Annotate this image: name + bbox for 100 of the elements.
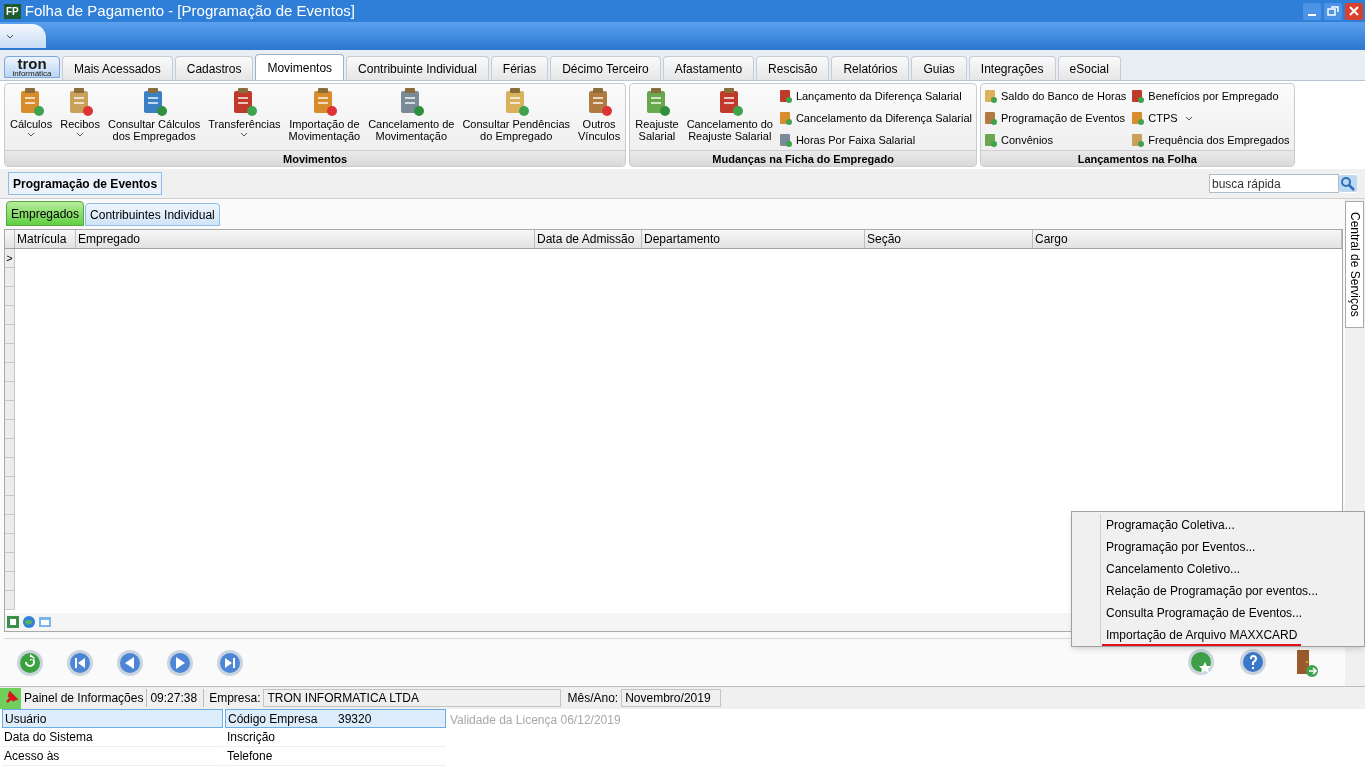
side-tab[interactable]: Central de Serviços [1345,201,1364,328]
ribbon-tab[interactable]: Guias [911,56,967,80]
document-icon [777,111,793,126]
menu-item[interactable]: Relação de Programação por eventos... [1102,580,1364,602]
row-header[interactable] [5,534,15,553]
ribbon-small-button[interactable]: Frequência dos Empregados [1130,131,1290,150]
ribbon-tab[interactable]: Relatórios [831,56,910,80]
row-header[interactable] [5,553,15,572]
ribbon-button[interactable]: Reajuste Salarial [632,86,682,150]
row-header[interactable] [5,325,15,344]
ribbon-tab[interactable]: eSocial [1057,56,1121,80]
row-header[interactable] [5,458,15,477]
ribbon-tab[interactable]: Movimentos [255,54,345,80]
logo-tab[interactable]: tron informática [4,56,60,78]
row-header[interactable] [5,344,15,363]
row-header[interactable] [5,363,15,382]
row-header[interactable] [5,591,15,610]
row-header[interactable] [5,306,15,325]
ribbon-tab[interactable]: Contribuinte Individual [346,56,489,80]
row-header[interactable] [5,382,15,401]
search-field[interactable]: busca rápida [1209,174,1339,193]
minimize-icon[interactable] [1303,2,1321,20]
row-header[interactable] [5,401,15,420]
ribbon-small-button[interactable]: Benefícios por Empregado [1130,87,1290,106]
ribbon-button[interactable]: Recibos [57,86,103,150]
export-icon[interactable] [6,615,20,629]
column-header[interactable]: Data de Admissão [535,230,642,248]
time-text: 09:27:38 [146,689,201,707]
row-header[interactable] [5,477,15,496]
row-header[interactable] [5,439,15,458]
ribbon-tab[interactable]: Cadastros [174,56,254,80]
column-header[interactable]: Seção [865,230,1033,248]
info-label: Telefone [227,748,274,765]
previous-icon[interactable] [116,648,144,677]
row-marker: > [6,252,13,264]
menu-item[interactable]: Programação Coletiva... [1102,514,1364,536]
search-icon[interactable] [1339,175,1357,192]
ribbon-button[interactable]: Consultar Pendências do Empregado [459,86,573,150]
column-header[interactable]: Matrícula [15,230,76,248]
menu-item[interactable]: Programação por Eventos... [1102,536,1364,558]
ribbon-small-button[interactable]: Cancelamento da Diferença Salarial [777,109,972,128]
menu-item[interactable]: Importação de Arquivo MAXXCARD [1102,624,1302,646]
ribbon-button[interactable]: Consultar Cálculos dos Empregados [104,86,204,150]
ribbon-tab[interactable]: Décimo Terceiro [550,56,661,80]
company-label: Empresa: [203,689,261,707]
globe-icon[interactable] [22,615,36,629]
document-icon [1130,89,1146,104]
row-header[interactable] [5,420,15,439]
help-icon[interactable] [1239,647,1267,676]
ribbon-tab[interactable]: Rescisão [756,56,830,80]
ribbon-tab[interactable]: Mais Acessados [62,56,173,80]
pin-icon[interactable] [0,687,21,709]
panel-label: Painel de Informações [24,690,144,707]
row-header[interactable] [5,268,15,287]
ribbon-small-button[interactable]: Saldo do Banco de Horas [983,87,1127,106]
row-header[interactable]: > [5,249,15,268]
column-header[interactable]: Empregado [76,230,535,248]
group-label: Mudanças na Ficha do Empregado [630,150,976,166]
row-header[interactable] [5,287,15,306]
ribbon-button[interactable]: Transferências [205,86,284,150]
ribbon-tab[interactable]: Integrações [968,56,1056,80]
info-label: Código Empresa [228,710,319,728]
document-icon [1130,111,1146,126]
menu-item[interactable]: Cancelamento Coletivo... [1102,558,1364,580]
sub-tab[interactable]: Empregados [6,201,85,226]
menu-item[interactable]: Consulta Programação de Eventos... [1102,602,1364,624]
ribbon-button[interactable]: Outros Vínculos [575,86,624,150]
ribbon-button[interactable]: Cálculos [7,86,56,150]
caret-icon [6,33,14,39]
window-icon[interactable] [38,615,52,629]
first-icon[interactable] [66,648,94,677]
ribbon-tab[interactable]: Férias [490,56,549,80]
row-header[interactable] [5,572,15,591]
ribbon-small-button[interactable]: Horas Por Faixa Salarial [777,131,972,150]
document-icon [777,133,793,148]
ribbon-button[interactable]: Importação de Movimentação [285,86,364,150]
restore-icon[interactable] [1324,2,1342,20]
ribbon-button[interactable]: Cancelamento do Reajuste Salarial [683,86,776,150]
ribbon-button[interactable]: Cancelamento de Movimentação [365,86,458,150]
page-tab[interactable]: Programação de Eventos [8,172,163,195]
ribbon-small-button[interactable]: CTPS [1130,109,1290,128]
column-header[interactable]: Departamento [642,230,865,248]
document-icon [777,89,793,104]
last-icon[interactable] [216,648,244,677]
document-icon [983,133,998,148]
column-header[interactable]: Cargo [1033,230,1342,248]
close-icon[interactable] [1345,2,1363,20]
row-header[interactable] [5,515,15,534]
period-label: Mês/Ano: [566,690,619,707]
info-label: Inscrição [227,729,277,746]
row-header[interactable] [5,496,15,515]
quick-access-button[interactable] [0,24,46,48]
ribbon-tab[interactable]: Afastamento [662,56,755,80]
sub-tab[interactable]: Contribuintes Individual [85,203,220,226]
ribbon-small-button[interactable]: Programação de Eventos [983,109,1127,128]
document-icon [983,111,998,126]
ribbon-small-button[interactable]: Convênios [983,131,1127,150]
next-icon[interactable] [166,648,194,677]
refresh-icon[interactable] [16,648,44,677]
ribbon-small-button[interactable]: Lançamento da Diferença Salarial [777,87,972,106]
